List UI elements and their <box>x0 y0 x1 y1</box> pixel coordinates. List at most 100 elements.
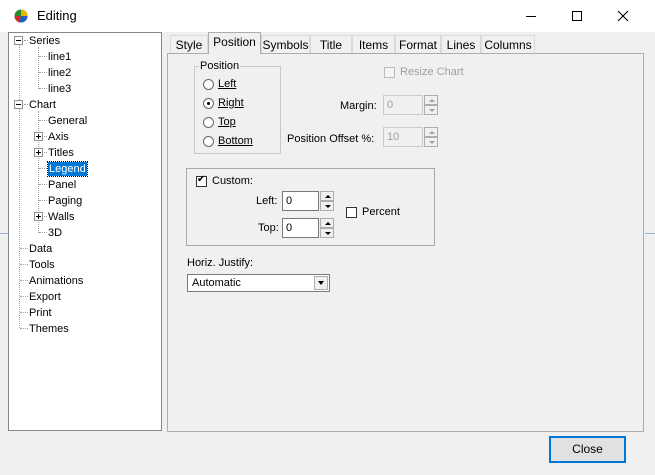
custom-top-field[interactable]: 0 <box>282 218 319 238</box>
tab-title[interactable]: Title <box>310 35 352 53</box>
tree-item-paging[interactable]: Paging <box>48 194 82 208</box>
custom-left-spinner[interactable] <box>320 191 334 211</box>
tree-line <box>20 280 28 282</box>
close-button[interactable]: Close <box>549 436 626 463</box>
tab-symbols[interactable]: Symbols <box>261 35 310 53</box>
close-icon <box>617 10 629 22</box>
tree-line <box>44 152 47 154</box>
tree-item-walls[interactable]: Walls <box>48 210 74 224</box>
tree-item-3d[interactable]: 3D <box>48 226 62 240</box>
title-bar: Editing <box>0 0 655 32</box>
tree-line <box>19 45 21 328</box>
editor-tree[interactable]: Series line1 line2 line3 Chart General A… <box>8 32 162 431</box>
tree-item-themes[interactable]: Themes <box>29 322 69 336</box>
tree-item-animations[interactable]: Animations <box>29 274 83 288</box>
percent-label: Percent <box>362 206 400 218</box>
position-bottom-radio[interactable] <box>203 136 214 147</box>
editing-dialog: Editing Series line1 line2 line3 Chart G… <box>0 0 655 475</box>
tree-line <box>39 184 47 186</box>
horiz-justify-value: Automatic <box>192 277 241 289</box>
spin-down-icon[interactable] <box>424 105 438 115</box>
position-right-label: Right <box>218 97 244 109</box>
position-right-radio[interactable] <box>203 98 214 109</box>
tab-position[interactable]: Position <box>208 32 261 54</box>
horiz-justify-label: Horiz. Justify: <box>187 257 254 269</box>
position-group-title: Position <box>199 60 241 72</box>
tree-line <box>24 40 28 42</box>
tree-line <box>39 120 47 122</box>
titles-expand-toggle[interactable] <box>34 148 43 157</box>
horiz-justify-select[interactable]: Automatic <box>187 274 330 292</box>
tree-item-line2[interactable]: line2 <box>48 66 71 80</box>
position-left-radio[interactable] <box>203 79 214 90</box>
resize-chart-checkbox[interactable] <box>384 67 395 78</box>
position-offset-field[interactable]: 10 <box>383 127 423 147</box>
margin-spinner[interactable] <box>424 95 438 115</box>
margin-field[interactable]: 0 <box>383 95 423 115</box>
tree-item-general[interactable]: General <box>48 114 87 128</box>
percent-checkbox[interactable] <box>346 207 357 218</box>
position-bottom-label: Bottom <box>218 135 253 147</box>
minimize-icon <box>526 16 536 17</box>
tree-line <box>20 264 28 266</box>
tree-item-series[interactable]: Series <box>29 34 60 48</box>
tab-lines[interactable]: Lines <box>441 35 481 53</box>
custom-top-label: Top: <box>258 222 279 234</box>
tab-style[interactable]: Style <box>170 35 208 53</box>
position-offset-spinner[interactable] <box>424 127 438 147</box>
tree-item-tools[interactable]: Tools <box>29 258 55 272</box>
background-gridline <box>645 233 655 234</box>
custom-top-spinner[interactable] <box>320 218 334 238</box>
tree-item-legend[interactable]: Legend <box>47 161 88 177</box>
tree-item-print[interactable]: Print <box>29 306 52 320</box>
tree-item-line1[interactable]: line1 <box>48 50 71 64</box>
tree-item-chart[interactable]: Chart <box>29 98 56 112</box>
tab-format[interactable]: Format <box>395 35 441 53</box>
minimize-button[interactable] <box>508 0 554 32</box>
axis-expand-toggle[interactable] <box>34 132 43 141</box>
tree-item-line3[interactable]: line3 <box>48 82 71 96</box>
tree-item-titles[interactable]: Titles <box>48 146 74 160</box>
spin-up-icon[interactable] <box>424 95 438 105</box>
position-top-radio[interactable] <box>203 117 214 128</box>
tree-line <box>44 216 47 218</box>
tree-line <box>20 296 28 298</box>
tree-line <box>20 328 28 330</box>
background-gridline <box>0 233 8 234</box>
custom-left-field[interactable]: 0 <box>282 191 319 211</box>
tree-line <box>39 232 47 234</box>
custom-left-label: Left: <box>256 195 278 207</box>
position-left-label: Left <box>218 78 237 90</box>
tree-item-data[interactable]: Data <box>29 242 52 256</box>
tab-columns[interactable]: Columns <box>481 35 535 53</box>
spin-up-icon[interactable] <box>320 218 334 228</box>
tree-line <box>44 136 47 138</box>
tree-item-export[interactable]: Export <box>29 290 61 304</box>
window-close-button[interactable] <box>600 0 646 32</box>
tree-line <box>39 72 47 74</box>
spin-down-icon[interactable] <box>320 228 334 238</box>
series-collapse-toggle[interactable] <box>14 36 23 45</box>
teechart-app-icon <box>14 9 28 23</box>
tree-line <box>20 312 28 314</box>
spin-down-icon[interactable] <box>424 137 438 147</box>
position-top-label: Top <box>218 116 236 128</box>
custom-label: Custom: <box>212 175 253 187</box>
chart-collapse-toggle[interactable] <box>14 100 23 109</box>
maximize-button[interactable] <box>554 0 600 32</box>
spin-down-icon[interactable] <box>320 201 334 211</box>
tab-items[interactable]: Items <box>352 35 395 53</box>
spin-up-icon[interactable] <box>424 127 438 137</box>
chevron-down-icon[interactable] <box>314 276 328 290</box>
position-offset-label: Position Offset %: <box>287 133 375 145</box>
window-title: Editing <box>37 8 77 23</box>
tree-item-panel[interactable]: Panel <box>48 178 76 192</box>
tree-line <box>20 248 28 250</box>
maximize-icon <box>572 11 582 21</box>
tree-item-axis[interactable]: Axis <box>48 130 69 144</box>
spin-up-icon[interactable] <box>320 191 334 201</box>
tree-line <box>38 47 40 89</box>
walls-expand-toggle[interactable] <box>34 212 43 221</box>
custom-checkbox[interactable] <box>196 174 207 187</box>
tree-line <box>39 88 47 90</box>
